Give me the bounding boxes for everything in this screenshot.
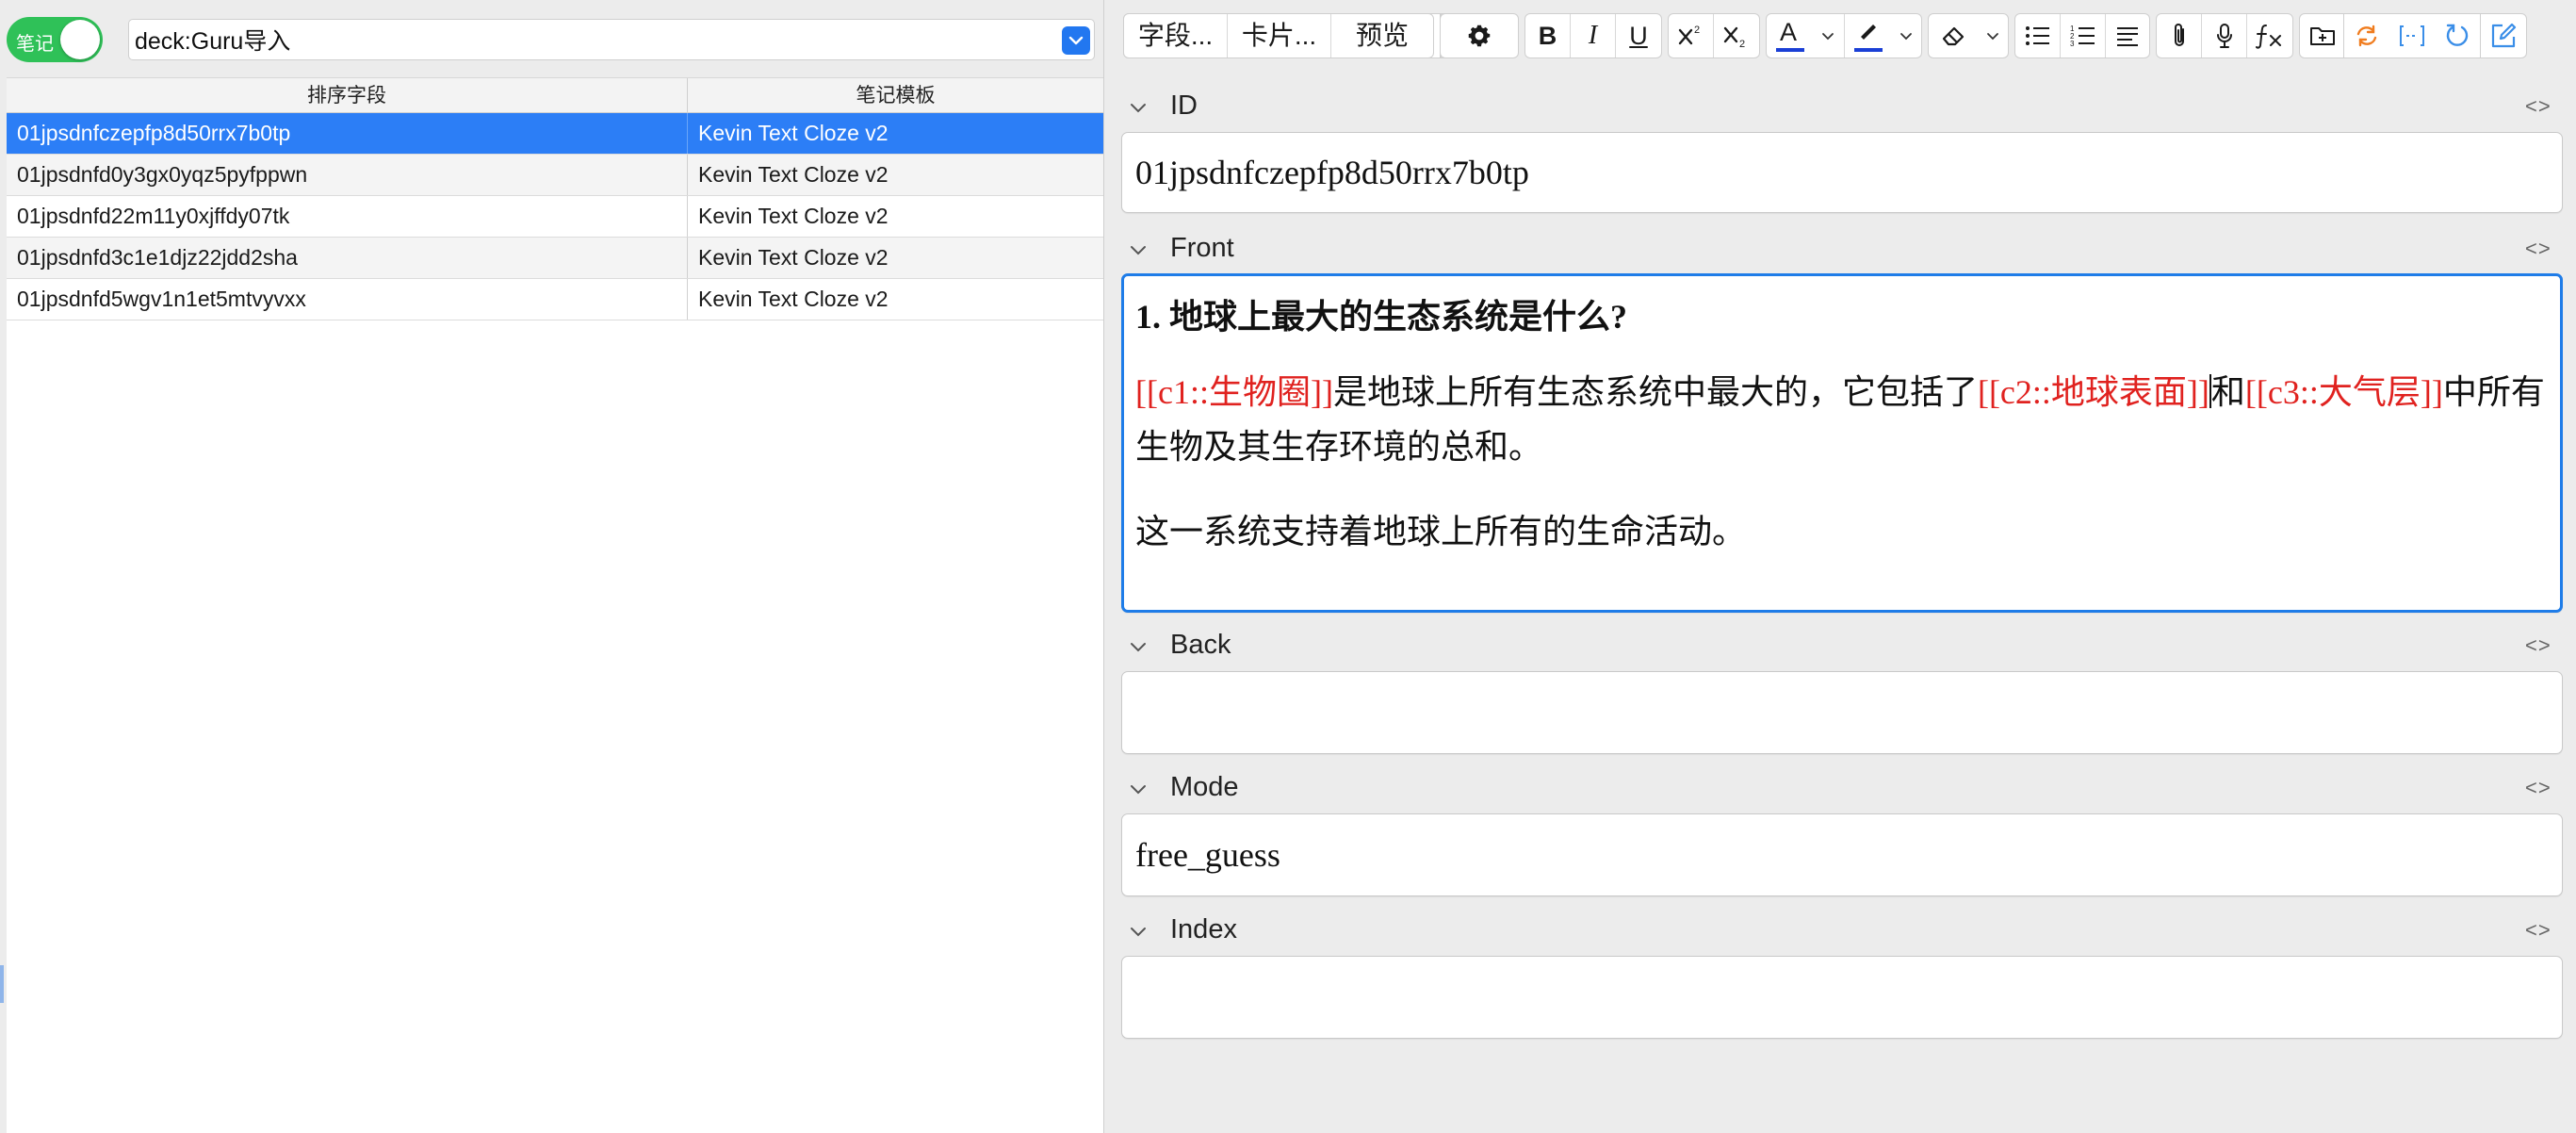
toggle-knob bbox=[60, 20, 100, 59]
mode-field[interactable]: free_guess bbox=[1121, 813, 2563, 896]
front-field-content: 1. 地球上最大的生态系统是什么? [[c1::生物圈]]是地球上所有生态系统中… bbox=[1135, 276, 2549, 559]
mode-field-value: free_guess bbox=[1135, 836, 1280, 874]
fields-area: ID <> 01jpsdnfczepfp8d50rrx7b0tp Front <… bbox=[1104, 0, 2576, 1133]
front-field[interactable]: 1. 地球上最大的生态系统是什么? [[c1::生物圈]]是地球上所有生态系统中… bbox=[1121, 273, 2563, 613]
table-header: 排序字段 笔记模板 bbox=[7, 77, 1103, 114]
cell-template: Kevin Text Cloze v2 bbox=[698, 162, 889, 187]
search-combobox bbox=[128, 19, 1095, 60]
field-label-front: Front bbox=[1170, 233, 1234, 263]
id-html-toggle-icon[interactable]: <> bbox=[2525, 94, 2552, 119]
notes-table: 排序字段 笔记模板 01jpsdnfczepfp8d50rrx7b0tp Kev… bbox=[7, 77, 1103, 1133]
field-label-back: Back bbox=[1170, 630, 1231, 660]
table-row[interactable]: 01jpsdnfczepfp8d50rrx7b0tp Kevin Text Cl… bbox=[7, 113, 1103, 155]
search-input[interactable] bbox=[131, 22, 1045, 57]
id-field[interactable]: 01jpsdnfczepfp8d50rrx7b0tp bbox=[1121, 132, 2563, 213]
cell-template: Kevin Text Cloze v2 bbox=[698, 287, 889, 311]
toggle-label: 笔记 bbox=[16, 34, 54, 55]
index-html-toggle-icon[interactable]: <> bbox=[2525, 918, 2552, 943]
field-label-index: Index bbox=[1170, 914, 1237, 944]
front-html-toggle-icon[interactable]: <> bbox=[2525, 237, 2552, 261]
table-row[interactable]: 01jpsdnfd3c1e1djz22jdd2sha Kevin Text Cl… bbox=[7, 238, 1103, 279]
column-header-sort-field[interactable]: 排序字段 bbox=[7, 78, 688, 114]
back-field[interactable] bbox=[1121, 671, 2563, 754]
index-field[interactable] bbox=[1121, 956, 2563, 1039]
collapse-front-chevron-icon[interactable] bbox=[1129, 244, 1148, 257]
window-edge-indicator bbox=[0, 965, 4, 1003]
cloze-c2: [[c2::地球表面]] bbox=[1977, 373, 2209, 411]
front-text-2: 和 bbox=[2210, 373, 2245, 411]
collapse-back-chevron-icon[interactable] bbox=[1129, 641, 1148, 654]
cloze-c3: [[c3::大气层]] bbox=[2244, 373, 2443, 411]
front-paragraph-1: [[c1::生物圈]]是地球上所有生态系统中最大的，它包括了[[c2::地球表面… bbox=[1135, 365, 2549, 474]
cell-sort-field: 01jpsdnfd0y3gx0yqz5pyfppwn bbox=[7, 155, 688, 195]
front-paragraph-2: 这一系统支持着地球上所有的生命活动。 bbox=[1135, 513, 1747, 550]
chevron-down-icon bbox=[1068, 36, 1084, 45]
collapse-mode-chevron-icon[interactable] bbox=[1129, 783, 1148, 796]
collapse-id-chevron-icon[interactable] bbox=[1129, 102, 1148, 115]
cell-sort-field: 01jpsdnfczepfp8d50rrx7b0tp bbox=[7, 113, 688, 154]
field-label-mode: Mode bbox=[1170, 772, 1239, 802]
browser-list-pane: 笔记 排序字段 笔记模板 01jpsdnfczepfp8d50rrx7b0tp bbox=[0, 0, 1103, 1133]
table-row[interactable]: 01jpsdnfd5wgv1n1et5mtvyvxx Kevin Text Cl… bbox=[7, 279, 1103, 320]
search-bar-row: 笔记 bbox=[0, 0, 1103, 77]
search-history-dropdown[interactable] bbox=[1062, 26, 1090, 55]
collapse-index-chevron-icon[interactable] bbox=[1129, 926, 1148, 939]
front-question: 1. 地球上最大的生态系统是什么? bbox=[1135, 298, 1628, 336]
mode-html-toggle-icon[interactable]: <> bbox=[2525, 776, 2552, 800]
cell-sort-field: 01jpsdnfd22m11y0xjffdy07tk bbox=[7, 196, 688, 237]
id-field-value: 01jpsdnfczepfp8d50rrx7b0tp bbox=[1135, 154, 1529, 191]
field-label-id: ID bbox=[1170, 90, 1198, 121]
table-row[interactable]: 01jpsdnfd22m11y0xjffdy07tk Kevin Text Cl… bbox=[7, 196, 1103, 238]
front-text-1: 是地球上所有生态系统中最大的，它包括了 bbox=[1332, 373, 1978, 411]
table-row[interactable]: 01jpsdnfd0y3gx0yqz5pyfppwn Kevin Text Cl… bbox=[7, 155, 1103, 196]
cell-sort-field: 01jpsdnfd3c1e1djz22jdd2sha bbox=[7, 238, 688, 278]
cell-sort-field: 01jpsdnfd5wgv1n1et5mtvyvxx bbox=[7, 279, 688, 320]
cell-template: Kevin Text Cloze v2 bbox=[698, 121, 889, 145]
column-header-note-template[interactable]: 笔记模板 bbox=[688, 78, 1103, 114]
notes-mode-toggle[interactable]: 笔记 bbox=[7, 17, 103, 62]
cloze-c1: [[c1::生物圈]] bbox=[1135, 373, 1333, 411]
table-body: 01jpsdnfczepfp8d50rrx7b0tp Kevin Text Cl… bbox=[7, 113, 1103, 320]
cell-template: Kevin Text Cloze v2 bbox=[698, 245, 889, 270]
back-html-toggle-icon[interactable]: <> bbox=[2525, 633, 2552, 658]
cell-template: Kevin Text Cloze v2 bbox=[698, 204, 889, 228]
